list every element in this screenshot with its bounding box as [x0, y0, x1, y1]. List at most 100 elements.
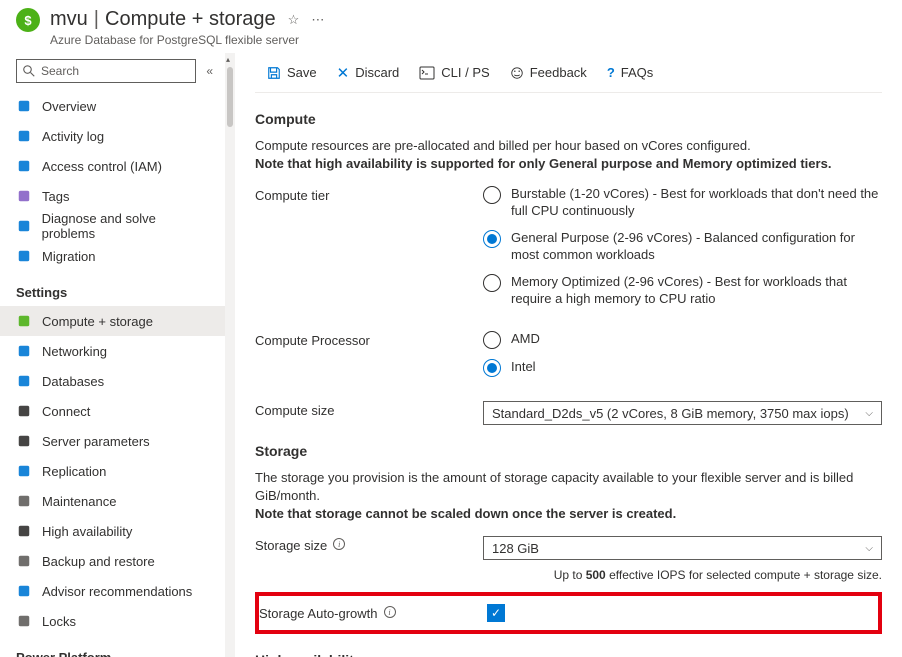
scrollbar-thumb[interactable] — [227, 67, 233, 127]
chevron-down-icon: ⌵ — [865, 408, 873, 419]
storage-iops-hint: Up to 500 effective IOPS for selected co… — [255, 568, 882, 582]
sidebar-item-label: Diagnose and solve problems — [42, 211, 209, 241]
search-input[interactable]: Search — [16, 59, 196, 83]
compute-tier-option[interactable]: Burstable (1-20 vCores) - Best for workl… — [483, 186, 882, 220]
terminal-icon — [419, 66, 435, 80]
storage-size-label: Storage size i — [255, 536, 483, 560]
discard-button[interactable]: ✕ Discard — [329, 53, 408, 92]
sidebar-item-high-availability[interactable]: High availability — [0, 516, 225, 546]
sidebar-item-label: Locks — [42, 614, 76, 629]
info-icon[interactable]: i — [333, 538, 345, 550]
close-icon: ✕ — [337, 64, 350, 82]
compute-tier-option[interactable]: Memory Optimized (2-96 vCores) - Best fo… — [483, 274, 882, 308]
sidebar-item-networking[interactable]: Networking — [0, 336, 225, 366]
pin-icon[interactable]: ☆ — [288, 12, 300, 28]
radio-label: Intel — [511, 359, 536, 376]
radio-label: Burstable (1-20 vCores) - Best for workl… — [511, 186, 882, 220]
sidebar-item-tags[interactable]: Tags — [0, 181, 225, 211]
network-icon — [16, 343, 32, 359]
radio-button[interactable] — [483, 359, 501, 377]
sidebar-item-replication[interactable]: Replication — [0, 456, 225, 486]
sidebar: Search « Overview Activity log Access cont… — [0, 53, 225, 657]
toolbar: Save ✕ Discard CLI / PS Feedback ? FAQs — [255, 53, 882, 93]
sidebar-item-label: Advisor recommendations — [42, 584, 192, 599]
sidebar-item-advisor-recommendations[interactable]: Advisor recommendations — [0, 576, 225, 606]
info-icon[interactable]: i — [384, 606, 396, 618]
log-icon — [16, 128, 32, 144]
lock-icon — [16, 613, 32, 629]
backup-icon — [16, 553, 32, 569]
title-separator: | — [94, 8, 99, 31]
save-button[interactable]: Save — [259, 53, 325, 92]
page-title: Compute + storage — [105, 8, 276, 31]
sidebar-item-label: Overview — [42, 99, 96, 114]
sidebar-item-label: Migration — [42, 249, 95, 264]
sidebar-item-label: Networking — [42, 344, 107, 359]
maintenance-icon — [16, 493, 32, 509]
collapse-sidebar-icon[interactable]: « — [206, 64, 213, 78]
scrollbar[interactable]: ▴ — [225, 53, 235, 657]
more-icon[interactable]: ⋯ — [311, 12, 324, 28]
scroll-up-icon[interactable]: ▴ — [226, 55, 230, 64]
resource-name: mvu — [50, 8, 88, 31]
chevron-down-icon: ⌵ — [865, 543, 873, 554]
ha-icon — [16, 523, 32, 539]
compute-icon — [16, 313, 32, 329]
sidebar-item-backup-and-restore[interactable]: Backup and restore — [0, 546, 225, 576]
compute-processor-option[interactable]: AMD — [483, 331, 882, 349]
compute-processor-option[interactable]: Intel — [483, 359, 882, 377]
sidebar-item-databases[interactable]: Databases — [0, 366, 225, 396]
gear-icon — [16, 433, 32, 449]
compute-size-label: Compute size — [255, 401, 483, 425]
compute-tier-option[interactable]: General Purpose (2-96 vCores) - Balanced… — [483, 230, 882, 264]
search-icon — [23, 65, 35, 77]
server-icon — [16, 98, 32, 114]
storage-size-select[interactable]: 128 GiB ⌵ — [483, 536, 882, 560]
radio-button[interactable] — [483, 331, 501, 349]
ha-heading: High availability — [255, 652, 882, 657]
radio-label: General Purpose (2-96 vCores) - Balanced… — [511, 230, 882, 264]
people-icon — [16, 158, 32, 174]
radio-button[interactable] — [483, 186, 501, 204]
sidebar-item-locks[interactable]: Locks — [0, 606, 225, 636]
storage-description: The storage you provision is the amount … — [255, 469, 882, 522]
sidebar-item-label: Server parameters — [42, 434, 150, 449]
storage-autogrowth-label: Storage Auto-growth i — [259, 604, 487, 622]
nav-section-settings: Settings — [0, 271, 225, 306]
connect-icon — [16, 403, 32, 419]
feedback-button[interactable]: Feedback — [502, 53, 595, 92]
sidebar-item-label: Compute + storage — [42, 314, 153, 329]
sidebar-item-overview[interactable]: Overview — [0, 91, 225, 121]
database-icon — [16, 373, 32, 389]
tag-icon — [16, 188, 32, 204]
sidebar-item-access-control-iam-[interactable]: Access control (IAM) — [0, 151, 225, 181]
migrate-icon — [16, 248, 32, 264]
wrench-icon — [16, 218, 32, 234]
radio-button[interactable] — [483, 274, 501, 292]
compute-heading: Compute — [255, 111, 882, 127]
radio-label: AMD — [511, 331, 540, 348]
sidebar-item-diagnose-and-solve-problems[interactable]: Diagnose and solve problems — [0, 211, 225, 241]
radio-button[interactable] — [483, 230, 501, 248]
compute-size-select[interactable]: Standard_D2ds_v5 (2 vCores, 8 GiB memory… — [483, 401, 882, 425]
sidebar-item-label: Backup and restore — [42, 554, 155, 569]
sidebar-item-server-parameters[interactable]: Server parameters — [0, 426, 225, 456]
compute-processor-label: Compute Processor — [255, 331, 483, 387]
faqs-button[interactable]: ? FAQs — [599, 53, 661, 92]
sidebar-item-connect[interactable]: Connect — [0, 396, 225, 426]
feedback-icon — [510, 66, 524, 80]
sidebar-item-activity-log[interactable]: Activity log — [0, 121, 225, 151]
sidebar-item-label: High availability — [42, 524, 132, 539]
help-icon: ? — [607, 65, 615, 80]
sidebar-item-label: Maintenance — [42, 494, 116, 509]
sidebar-item-compute-storage[interactable]: Compute + storage — [0, 306, 225, 336]
sidebar-item-label: Activity log — [42, 129, 104, 144]
highlight-box: Storage Auto-growth i ✓ — [255, 592, 882, 634]
save-icon — [267, 66, 281, 80]
sidebar-item-migration[interactable]: Migration — [0, 241, 225, 271]
sidebar-item-maintenance[interactable]: Maintenance — [0, 486, 225, 516]
compute-tier-label: Compute tier — [255, 186, 483, 317]
resource-icon: $ — [16, 8, 40, 32]
cli-button[interactable]: CLI / PS — [411, 53, 497, 92]
storage-autogrowth-checkbox[interactable]: ✓ — [487, 604, 505, 622]
